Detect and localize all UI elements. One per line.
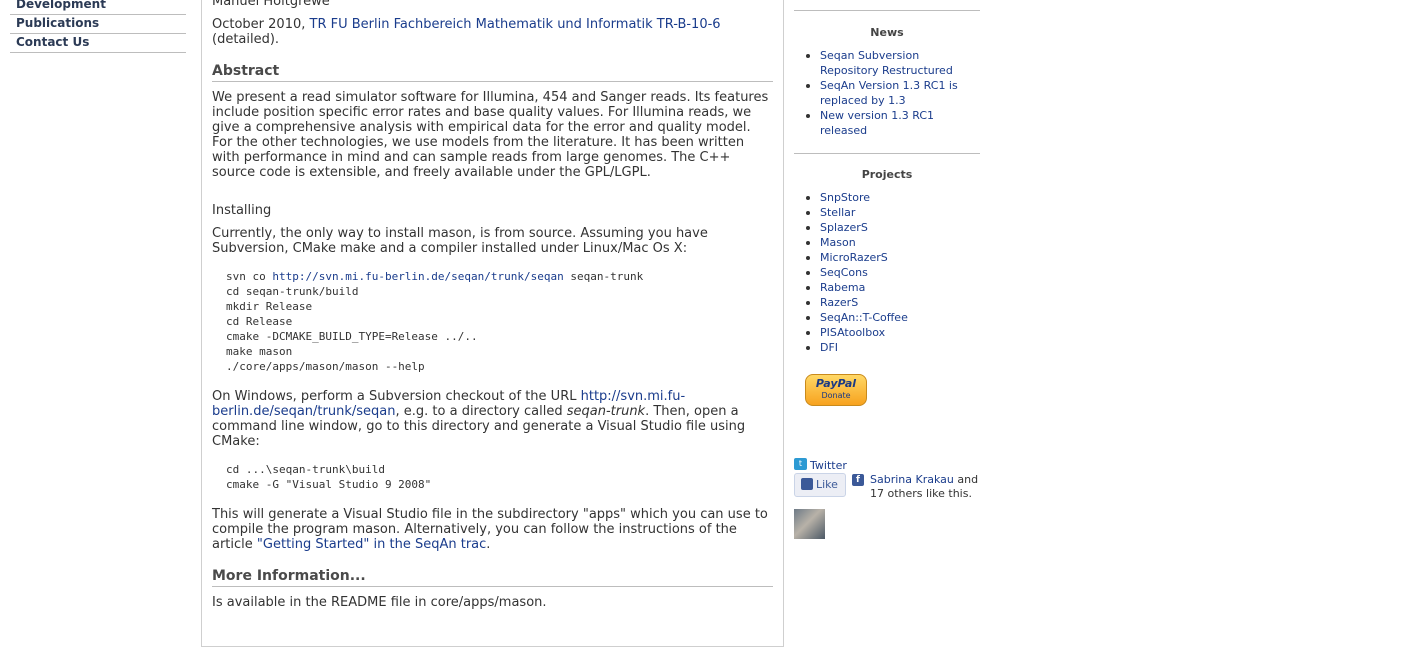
divider xyxy=(794,153,980,154)
code-line: make mason xyxy=(226,345,293,358)
project-item: PISAtoolbox xyxy=(794,325,980,340)
more-info-heading: More Information... xyxy=(212,568,773,587)
code-line: mkdir Release xyxy=(226,300,313,313)
news-item: Seqan Subversion Repository Restructured xyxy=(794,48,980,78)
news-title: News xyxy=(870,26,904,39)
facebook-icon: f xyxy=(852,474,864,486)
facebook-friend-avatar[interactable] xyxy=(794,509,825,539)
twitter-link[interactable]: Twitter xyxy=(810,459,847,472)
code-line: cmake -G "Visual Studio 9 2008" xyxy=(226,478,432,491)
install-code-block: svn co http://svn.mi.fu-berlin.de/seqan/… xyxy=(212,269,773,374)
code-line: cmake -DCMAKE_BUILD_TYPE=Release ../.. xyxy=(226,330,478,343)
project-item: DFI xyxy=(794,340,980,355)
installing-intro: Currently, the only way to install mason… xyxy=(212,226,708,256)
code-line: ./core/apps/mason/mason --help xyxy=(226,360,425,373)
twitter-icon: t xyxy=(794,458,807,470)
code-line: cd seqan-trunk/build xyxy=(226,285,359,298)
project-item: SeqCons xyxy=(794,265,980,280)
divider xyxy=(794,10,980,11)
code-line: cd Release xyxy=(226,315,293,328)
news-item: SeqAn Version 1.3 RC1 is replaced by 1.3 xyxy=(794,78,980,108)
project-item: MicroRazerS xyxy=(794,250,980,265)
paypal-logo: PayPal xyxy=(815,377,857,390)
citation-link[interactable]: TR FU Berlin Fachbereich Mathematik und … xyxy=(310,17,721,32)
like-label: Like xyxy=(816,478,838,491)
installing-heading: Installing xyxy=(212,203,272,218)
nav-item-contact-us[interactable]: Contact Us xyxy=(10,34,186,53)
code-line: cd ...\seqan-trunk\build xyxy=(226,463,385,476)
author-line: Manuel Holtgrewe xyxy=(212,0,330,9)
facebook-friend-link[interactable]: Sabrina Krakau xyxy=(870,473,954,486)
getting-started-link[interactable]: "Getting Started" in the SeqAn trac xyxy=(257,537,486,552)
thumbs-up-icon xyxy=(801,478,813,490)
project-item: SeqAn::T-Coffee xyxy=(794,310,980,325)
nav-item-publications[interactable]: Publications xyxy=(10,15,186,34)
svn-url-link[interactable]: http://svn.mi.fu-berlin.de/seqan/trunk/s… xyxy=(272,270,563,283)
windows-code-block: cd ...\seqan-trunk\build cmake -G "Visua… xyxy=(212,462,773,492)
projects-list: SnpStore Stellar SplazerS Mason MicroRaz… xyxy=(794,190,980,355)
main-content: Manuel Holtgrewe October 2010, TR FU Ber… xyxy=(201,0,784,647)
code-line: svn co http://svn.mi.fu-berlin.de/seqan/… xyxy=(226,270,644,283)
news-list: Seqan Subversion Repository Restructured… xyxy=(794,48,980,138)
facebook-like-button[interactable]: Like xyxy=(794,473,846,497)
news-item: New version 1.3 RC1 released xyxy=(794,108,980,138)
projects-title: Projects xyxy=(861,168,913,181)
project-item: Mason xyxy=(794,235,980,250)
project-item: Rabema xyxy=(794,280,980,295)
project-item: Stellar xyxy=(794,205,980,220)
windows-instructions: On Windows, perform a Subversion checkou… xyxy=(212,389,746,449)
paypal-donate-button[interactable]: PayPal Donate xyxy=(805,374,867,406)
nav-item-development[interactable]: Development xyxy=(10,0,186,15)
project-item: RazerS xyxy=(794,295,980,310)
facebook-like-text: Sabrina Krakau and 17 others like this. xyxy=(870,473,979,500)
citation-date: October 2010, xyxy=(212,17,306,32)
abstract-body: We present a read simulator software for… xyxy=(212,90,769,180)
project-item: SnpStore xyxy=(794,190,980,205)
project-item: SplazerS xyxy=(794,220,980,235)
final-paragraph: This will generate a Visual Studio file … xyxy=(212,507,768,552)
more-info-body: Is available in the README file in core/… xyxy=(212,595,547,610)
abstract-heading: Abstract xyxy=(212,63,773,82)
donate-label: Donate xyxy=(821,391,851,400)
left-navigation: Development Publications Contact Us xyxy=(10,0,186,53)
citation: October 2010, TR FU Berlin Fachbereich M… xyxy=(212,17,732,47)
citation-suffix: (detailed). xyxy=(212,32,280,47)
